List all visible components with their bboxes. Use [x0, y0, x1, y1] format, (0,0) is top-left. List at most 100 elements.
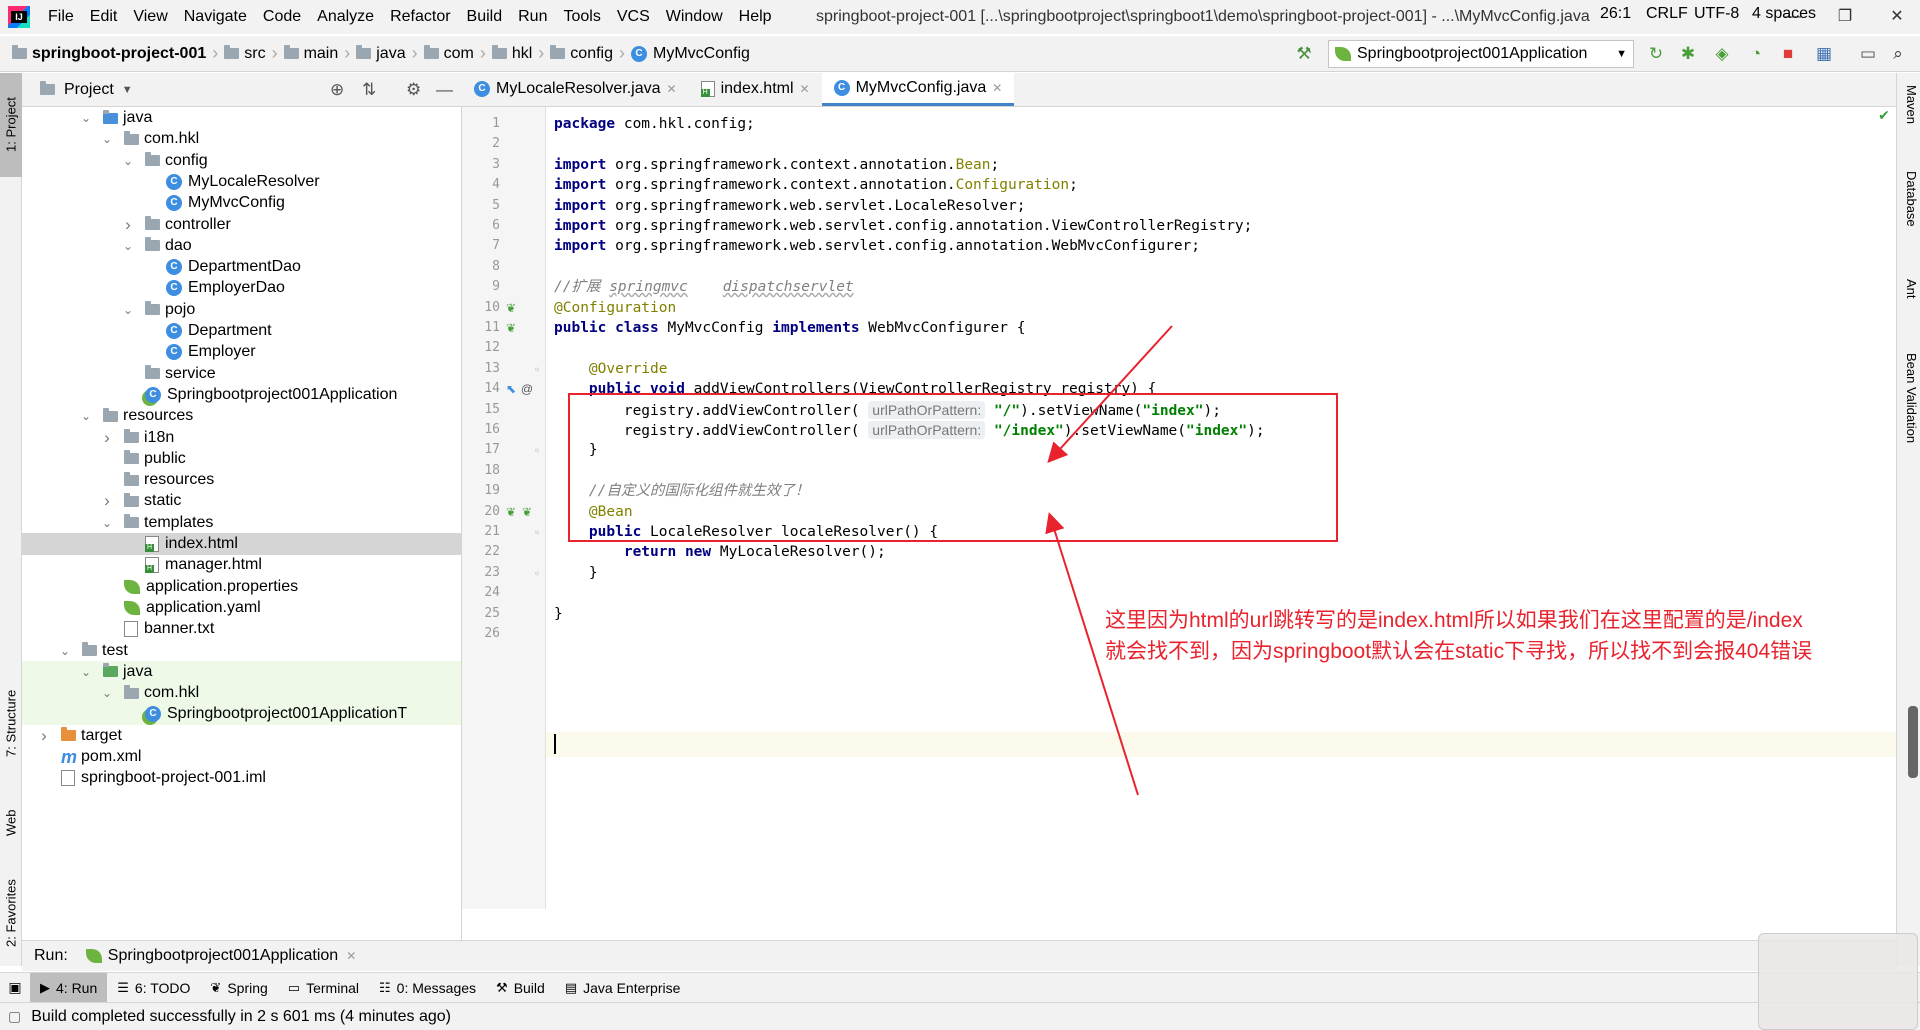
editor-tab[interactable]: index.html ✕: [689, 72, 822, 106]
chevron-right-icon[interactable]: ›: [100, 428, 114, 448]
chevron-down-icon[interactable]: ⌄: [100, 516, 114, 530]
fold-icon[interactable]: ▫: [530, 525, 544, 539]
caret-position[interactable]: 26:1: [1600, 0, 1631, 28]
tree-node[interactable]: C Department: [22, 320, 461, 342]
status-message[interactable]: Build completed successfully in 2 s 601 …: [31, 1008, 451, 1026]
indent-setting[interactable]: 4 spaces: [1752, 0, 1816, 28]
menu-item-tools[interactable]: Tools: [555, 0, 608, 34]
fold-icon[interactable]: ▫: [530, 443, 544, 457]
tree-node[interactable]: service: [22, 363, 461, 385]
tree-node[interactable]: › controller: [22, 214, 461, 236]
tree-node[interactable]: C EmployerDao: [22, 277, 461, 299]
tool-window--messages[interactable]: ☷ 0: Messages: [369, 973, 486, 1003]
rerun-icon[interactable]: ↻: [1646, 44, 1666, 64]
breadcrumb-item[interactable]: main: [280, 45, 343, 63]
tree-node[interactable]: springboot-project-001.iml: [22, 767, 461, 789]
tree-node[interactable]: ⌄ java: [22, 660, 461, 683]
chevron-down-icon[interactable]: ⌄: [79, 409, 93, 423]
menu-item-view[interactable]: View: [125, 0, 175, 34]
menu-item-help[interactable]: Help: [731, 0, 780, 34]
menu-item-file[interactable]: File: [40, 0, 82, 34]
gear-icon[interactable]: ⚙: [406, 80, 421, 100]
run-tab-config[interactable]: Springbootproject001Application: [108, 947, 338, 965]
hide-icon[interactable]: —: [436, 80, 453, 100]
search-icon[interactable]: ⌕: [1888, 44, 1908, 64]
spring-bean-gutter-icon[interactable]: ❦: [504, 321, 518, 335]
tree-node[interactable]: application.properties: [22, 576, 461, 598]
breadcrumb-item[interactable]: springboot-project-001: [8, 45, 210, 63]
close-window-button[interactable]: ✕: [1874, 0, 1920, 34]
breadcrumb-item[interactable]: config: [546, 45, 617, 63]
chevron-down-icon[interactable]: ⌄: [58, 644, 72, 658]
tool-window-terminal[interactable]: ▭ Terminal: [278, 973, 369, 1003]
tree-node[interactable]: resources: [22, 469, 461, 491]
tree-node[interactable]: manager.html: [22, 554, 461, 576]
editor-tab[interactable]: C MyMvcConfig.java ✕: [821, 72, 1015, 106]
profile-icon[interactable]: ◔: [1746, 44, 1766, 64]
chevron-down-icon[interactable]: ⌄: [79, 111, 93, 125]
tool-window-java-enterprise[interactable]: ▤ Java Enterprise: [555, 973, 691, 1003]
chevron-right-icon[interactable]: ›: [37, 726, 51, 746]
menu-item-edit[interactable]: Edit: [82, 0, 126, 34]
chevron-down-icon[interactable]: ⌄: [79, 665, 93, 679]
chevron-down-icon[interactable]: ⌄: [121, 239, 135, 253]
tree-node[interactable]: index.html: [22, 533, 461, 555]
tree-node[interactable]: › i18n: [22, 427, 461, 449]
menu-item-analyze[interactable]: Analyze: [309, 0, 382, 34]
tree-node[interactable]: ⌄ resources: [22, 405, 461, 427]
menu-item-refactor[interactable]: Refactor: [382, 0, 458, 34]
hammer-icon[interactable]: ⚒: [1294, 44, 1314, 64]
menu-item-window[interactable]: Window: [658, 0, 731, 34]
tree-node[interactable]: m pom.xml: [22, 746, 461, 768]
restore-button[interactable]: ❐: [1822, 0, 1868, 34]
menu-item-build[interactable]: Build: [459, 0, 511, 34]
tab-web[interactable]: Web: [0, 793, 22, 853]
tree-node[interactable]: C MyLocaleResolver: [22, 171, 461, 193]
locate-icon[interactable]: ⊕: [330, 80, 344, 100]
chevron-down-icon[interactable]: ⌄: [100, 132, 114, 146]
toggle-tool-windows-icon[interactable]: ▣: [0, 973, 30, 1003]
tree-node[interactable]: application.yaml: [22, 597, 461, 619]
close-icon[interactable]: ✕: [667, 82, 677, 96]
spring-bean-gutter-icon[interactable]: ❦: [504, 505, 518, 519]
tab-maven[interactable]: Maven: [1899, 85, 1919, 124]
tab-structure[interactable]: 7: Structure: [0, 673, 22, 773]
breadcrumb-item[interactable]: com: [420, 45, 478, 63]
collapse-all-icon[interactable]: ⇅: [362, 80, 376, 100]
chevron-down-icon[interactable]: ⌄: [121, 154, 135, 168]
breadcrumb-item[interactable]: hkl: [488, 45, 536, 63]
chevron-right-icon[interactable]: ›: [100, 491, 114, 511]
status-panel-icon[interactable]: ▢: [8, 1008, 21, 1025]
tool-window-spring[interactable]: ❦ Spring: [200, 973, 277, 1003]
coverage-icon[interactable]: ◈: [1712, 44, 1732, 64]
tree-node[interactable]: ⌄ com.hkl: [22, 682, 461, 705]
tree-node[interactable]: ⌄ java: [22, 107, 461, 129]
tree-node[interactable]: C MyMvcConfig: [22, 192, 461, 214]
tab-project[interactable]: 1: Project: [0, 73, 22, 177]
tab-bean-validation[interactable]: Bean Validation: [1899, 353, 1919, 443]
layout-icon[interactable]: ▭: [1858, 44, 1878, 64]
menu-item-navigate[interactable]: Navigate: [176, 0, 255, 34]
menu-item-code[interactable]: Code: [255, 0, 309, 34]
fold-icon[interactable]: ▫: [530, 566, 544, 580]
tree-node[interactable]: banner.txt: [22, 618, 461, 640]
annotation-gutter-icon[interactable]: @: [520, 382, 534, 396]
breadcrumb-item[interactable]: java: [352, 45, 409, 63]
close-icon[interactable]: ✕: [992, 81, 1002, 95]
tree-node[interactable]: C Springbootproject001ApplicationT: [22, 703, 461, 726]
tree-node[interactable]: ⌄ com.hkl: [22, 128, 461, 150]
spring-bean-gutter-icon[interactable]: ❦: [520, 505, 534, 519]
project-structure-icon[interactable]: ▦: [1814, 44, 1834, 64]
close-icon[interactable]: ✕: [800, 82, 810, 96]
file-encoding[interactable]: UTF-8: [1694, 0, 1739, 28]
breadcrumb-item[interactable]: C MyMvcConfig: [627, 45, 754, 63]
tab-ant[interactable]: Ant: [1899, 279, 1919, 299]
spring-bean-gutter-icon[interactable]: ❦: [504, 301, 518, 315]
project-panel-title[interactable]: Project: [64, 81, 114, 99]
tab-database[interactable]: Database: [1899, 171, 1919, 227]
tool-window--run[interactable]: ▶ 4: Run: [30, 972, 108, 1003]
editor-tab[interactable]: C MyLocaleResolver.java ✕: [462, 72, 689, 106]
debug-icon[interactable]: ✱: [1678, 44, 1698, 64]
tree-node[interactable]: C Employer: [22, 341, 461, 363]
chevron-down-icon[interactable]: ⌄: [121, 303, 135, 317]
